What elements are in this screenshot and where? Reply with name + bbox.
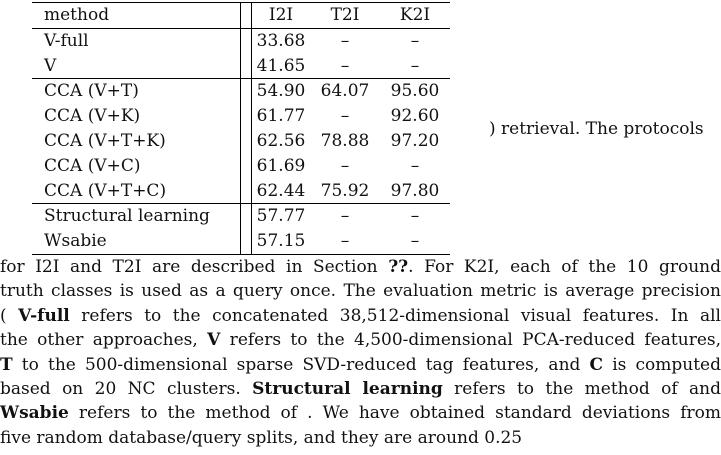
column-separator <box>240 229 252 255</box>
column-separator <box>240 53 252 79</box>
cell-k2i: 97.80 <box>390 180 440 201</box>
cell-i2i: 61.77 <box>256 106 306 127</box>
table-row: Wsabie 57.15 – – <box>32 229 450 255</box>
cell-method: Structural learning <box>32 203 241 230</box>
bold-term: C <box>589 354 604 375</box>
paragraph-line: for I2I and T2I are described in Section… <box>0 255 721 279</box>
cell-k2i: – <box>410 30 420 51</box>
cell-method: CCA (V+C) <box>44 155 141 176</box>
cell-method: V <box>44 55 57 76</box>
bold-term: V <box>207 330 221 351</box>
cell-t2i: 64.07 <box>310 78 380 105</box>
cell-k2i: 95.60 <box>380 78 450 105</box>
column-separator <box>240 28 252 54</box>
text-span: based on 20 NC clusters. <box>0 379 253 400</box>
table-row: CCA (V+T) 54.90 64.07 95.60 <box>32 78 450 105</box>
cell-t2i: – <box>340 106 350 127</box>
header-k2i: K2I <box>380 2 450 29</box>
table-row: CCA (V+T+K) 62.56 78.88 97.20 <box>32 128 450 154</box>
text-span: refers to the method of . We have obtain… <box>68 403 721 424</box>
column-separator <box>240 178 252 204</box>
cell-k2i: 92.60 <box>390 106 440 127</box>
text-span: . For K2I, each of the 10 ground <box>408 257 721 277</box>
results-table-block: method I2I T2I K2I V-full 33.68 – – V 41… <box>32 2 450 255</box>
bold-term: Wsabie <box>0 403 69 424</box>
text-span: refers to the 4,500-dimensional PCA-redu… <box>220 330 721 351</box>
cell-t2i: – <box>310 203 380 230</box>
text-span: ( <box>0 305 19 326</box>
cell-i2i: 33.68 <box>256 30 306 51</box>
column-separator <box>240 203 252 230</box>
bold-term: Structural learning <box>252 379 443 400</box>
header-t2i: T2I <box>310 2 380 29</box>
table-row: CCA (V+T+C) 62.44 75.92 97.80 <box>32 178 450 204</box>
caption-fragment: ) retrieval. The protocols <box>489 119 704 139</box>
cell-t2i: – <box>340 155 350 176</box>
body-paragraph: for I2I and T2I are described in Section… <box>0 255 721 450</box>
text-span: refers to the method of and <box>442 379 721 400</box>
cell-k2i: – <box>410 55 420 76</box>
cell-i2i: 62.44 <box>256 180 306 201</box>
cell-t2i: 75.92 <box>320 180 370 201</box>
cell-t2i: – <box>310 229 380 255</box>
bold-term: T <box>0 354 13 375</box>
paragraph-line: truth classes is used as a query once. T… <box>0 281 721 302</box>
text-span: is computed <box>603 354 721 375</box>
text-span: refers to the concatenated 38,512-dimens… <box>69 305 721 326</box>
cell-k2i: – <box>410 155 420 176</box>
cell-i2i: 57.77 <box>251 203 310 230</box>
column-separator <box>240 78 252 105</box>
cell-i2i: 62.56 <box>256 130 306 151</box>
header-i2i: I2I <box>251 2 310 29</box>
paragraph-line: Wsabie refers to the method of . We have… <box>0 401 721 425</box>
table-row: CCA (V+C) 61.69 – – <box>32 153 450 179</box>
table-row: CCA (V+K) 61.77 – 92.60 <box>32 104 450 129</box>
section-reference: ?? <box>388 257 409 277</box>
cell-t2i: 78.88 <box>320 130 370 151</box>
cell-method: CCA (V+T) <box>32 78 241 105</box>
paragraph-line: based on 20 NC clusters. Structural lear… <box>0 377 721 401</box>
cell-i2i: 54.90 <box>251 78 310 105</box>
paragraph-line: five random database/query splits, and t… <box>0 427 523 448</box>
cell-t2i: – <box>340 30 350 51</box>
cell-i2i: 61.69 <box>256 155 306 176</box>
cell-i2i: 41.65 <box>256 55 306 76</box>
cell-k2i: 97.20 <box>390 130 440 151</box>
cell-method: CCA (V+T+C) <box>44 180 167 201</box>
header-method: method <box>32 2 241 29</box>
column-separator <box>240 153 252 179</box>
cell-t2i: – <box>340 55 350 76</box>
column-separator <box>240 2 252 29</box>
text-span: to the 500-dimensional sparse SVD-reduce… <box>12 354 590 375</box>
bold-term: V-full <box>18 305 70 326</box>
results-table: method I2I T2I K2I V-full 33.68 – – V 41… <box>32 2 450 255</box>
cell-k2i: – <box>380 229 450 255</box>
text-span: the other approaches, <box>0 330 208 351</box>
column-separator <box>240 104 252 129</box>
text-span: for I2I and T2I are described in Section <box>0 257 389 277</box>
paragraph-line: T to the 500-dimensional sparse SVD-redu… <box>0 353 721 377</box>
table-row: V-full 33.68 – – <box>32 28 450 54</box>
cell-method: CCA (V+T+K) <box>44 130 166 151</box>
table-row: V 41.65 – – <box>32 53 450 79</box>
cell-k2i: – <box>380 203 450 230</box>
table-row: Structural learning 57.77 – – <box>32 203 450 230</box>
column-separator <box>240 128 252 154</box>
cell-method: Wsabie <box>32 229 241 255</box>
table-header-row: method I2I T2I K2I <box>32 2 450 29</box>
paragraph-line: the other approaches, V refers to the 4,… <box>0 328 721 352</box>
cell-method: V-full <box>44 30 89 51</box>
cell-i2i: 57.15 <box>251 229 310 255</box>
cell-method: CCA (V+K) <box>44 106 141 127</box>
paragraph-line: ( V-full refers to the concatenated 38,5… <box>0 304 721 328</box>
